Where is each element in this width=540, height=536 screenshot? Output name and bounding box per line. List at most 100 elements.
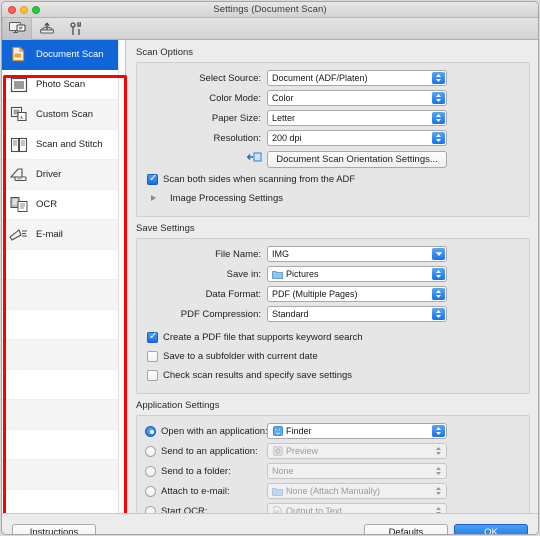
window-body: Document Scan Photo Scan Custom Scan Sca… [2, 40, 538, 534]
paper-size-value: Letter [272, 113, 296, 123]
maximize-button[interactable] [32, 6, 40, 14]
list-item [2, 250, 125, 280]
send-to-application-radio-label[interactable]: Send to an application: [145, 445, 267, 457]
instructions-button[interactable]: Instructions [12, 524, 96, 534]
toolbar [2, 17, 538, 40]
image-processing-settings-row[interactable]: Image Processing Settings [147, 190, 521, 206]
scan-and-stitch-icon [8, 135, 30, 155]
resolution-label: Resolution: [213, 132, 261, 144]
defaults-button[interactable]: Defaults [364, 524, 448, 534]
file-name-value: IMG [272, 249, 289, 259]
select-source-row: Select Source: Document (ADF/Platen) [145, 69, 521, 87]
paper-size-label: Paper Size: [211, 112, 261, 124]
select-source-label: Select Source: [199, 72, 261, 84]
footer-bar: Instructions Defaults OK [2, 513, 538, 534]
attach-to-email-radio-label[interactable]: Attach to e-mail: [145, 485, 267, 497]
minimize-button[interactable] [20, 6, 28, 14]
send-to-application-dropdown: Preview [267, 443, 447, 459]
paper-size-dropdown[interactable]: Letter [267, 110, 447, 126]
chevron-updown-icon [432, 92, 445, 104]
select-source-dropdown[interactable]: Document (ADF/Platen) [267, 70, 447, 86]
sidebar-item-document-scan[interactable]: Document Scan [2, 40, 125, 70]
save-in-label: Save in: [226, 268, 261, 280]
photo-scan-icon [8, 75, 30, 95]
scan-from-computer-tab[interactable] [2, 17, 32, 40]
paper-size-row: Paper Size: Letter [145, 109, 521, 127]
chevron-updown-icon [432, 308, 445, 320]
save-to-subfolder-row[interactable]: Save to a subfolder with current date [147, 348, 521, 364]
general-settings-tab[interactable] [62, 18, 92, 40]
open-with-application-row: Open with an application: Finder [145, 422, 521, 440]
send-to-folder-radio[interactable] [145, 465, 156, 477]
scan-both-sides-label: Scan both sides when scanning from the A… [163, 173, 356, 185]
chevron-down-icon[interactable] [432, 248, 445, 260]
file-name-row: File Name: IMG [145, 245, 521, 263]
open-with-application-radio[interactable] [145, 425, 156, 437]
pdf-compression-label: PDF Compression: [180, 308, 261, 320]
send-to-application-radio[interactable] [145, 445, 156, 457]
window-title: Settings (Document Scan) [213, 4, 327, 15]
sidebar-item-label: Document Scan [36, 49, 104, 60]
sidebar-scrollbar[interactable] [118, 40, 125, 513]
attach-to-email-radio[interactable] [145, 485, 156, 497]
create-searchable-pdf-label: Create a PDF file that supports keyword … [163, 331, 363, 343]
sidebar-item-label: Photo Scan [36, 79, 86, 90]
list-item [2, 310, 125, 340]
pdf-compression-dropdown[interactable]: Standard [267, 306, 447, 322]
save-in-dropdown[interactable]: Pictures [267, 266, 447, 282]
chevron-updown-icon [432, 288, 445, 300]
sidebar-item-ocr[interactable]: OCR [2, 190, 125, 220]
sidebar-item-scan-and-stitch[interactable]: Scan and Stitch [2, 130, 125, 160]
scan-from-operation-panel-tab[interactable] [32, 18, 62, 40]
close-button[interactable] [8, 6, 16, 14]
open-with-application-value: Finder [286, 426, 312, 436]
color-mode-row: Color Mode: Color [145, 89, 521, 107]
scan-both-sides-checkbox[interactable] [147, 173, 158, 185]
sidebar-item-email[interactable]: E-mail [2, 220, 125, 250]
send-to-folder-row: Send to a folder: None [145, 462, 521, 480]
scanner-upload-icon [39, 22, 55, 34]
finder-icon [272, 426, 283, 437]
sidebar-item-custom-scan[interactable]: Custom Scan [2, 100, 125, 130]
color-mode-label: Color Mode: [209, 92, 261, 104]
chevron-updown-icon [432, 112, 445, 124]
save-to-subfolder-checkbox[interactable] [147, 350, 158, 362]
list-item [2, 340, 125, 370]
title-bar: Settings (Document Scan) [2, 2, 538, 18]
send-to-folder-radio-label[interactable]: Send to a folder: [145, 465, 267, 477]
data-format-dropdown[interactable]: PDF (Multiple Pages) [267, 286, 447, 302]
check-scan-results-checkbox[interactable] [147, 369, 158, 381]
chevron-updown-icon [432, 425, 445, 437]
check-scan-results-row[interactable]: Check scan results and specify save sett… [147, 367, 521, 383]
chevron-updown-icon [432, 485, 445, 497]
scan-both-sides-row[interactable]: Scan both sides when scanning from the A… [147, 171, 521, 187]
create-searchable-pdf-row[interactable]: Create a PDF file that supports keyword … [147, 329, 521, 345]
document-scan-orientation-settings-button[interactable]: Document Scan Orientation Settings... [267, 150, 447, 168]
sidebar-item-driver[interactable]: Driver [2, 160, 125, 190]
save-to-subfolder-label: Save to a subfolder with current date [163, 350, 318, 362]
sidebar: Document Scan Photo Scan Custom Scan Sca… [2, 40, 126, 513]
monitor-scan-icon [8, 22, 25, 33]
send-to-application-value: Preview [286, 446, 319, 456]
chevron-updown-icon [432, 72, 445, 84]
ok-button[interactable]: OK [454, 524, 528, 534]
open-with-application-dropdown[interactable]: Finder [267, 423, 447, 439]
list-item [2, 370, 125, 400]
scan-options-title: Scan Options [136, 47, 194, 58]
create-searchable-pdf-checkbox[interactable] [147, 331, 158, 343]
email-icon [8, 225, 30, 245]
color-mode-dropdown[interactable]: Color [267, 90, 447, 106]
sidebar-item-photo-scan[interactable]: Photo Scan [2, 70, 125, 100]
chevron-right-icon[interactable] [151, 195, 156, 201]
file-name-label: File Name: [215, 248, 261, 260]
ocr-icon [8, 195, 30, 215]
application-settings-title: Application Settings [136, 400, 220, 411]
file-name-combobox[interactable]: IMG [267, 246, 447, 262]
pdf-compression-value: Standard [272, 309, 309, 319]
settings-pane: Scan Options Select Source: Document (AD… [126, 40, 538, 534]
open-with-application-radio-label[interactable]: Open with an application: [145, 425, 268, 437]
resolution-value: 200 dpi [272, 133, 302, 143]
chevron-updown-icon [432, 268, 445, 280]
driver-icon [8, 165, 30, 185]
resolution-dropdown[interactable]: 200 dpi [267, 130, 447, 146]
